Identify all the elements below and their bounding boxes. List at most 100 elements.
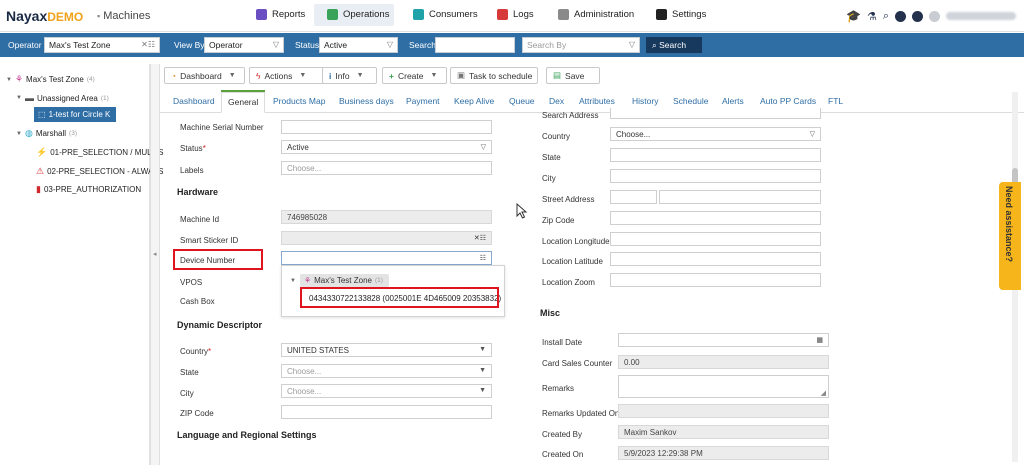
info-button[interactable]: i Info ▼ (322, 67, 377, 84)
nav-reports[interactable]: Reports (256, 9, 305, 20)
collapse-arrow-icon[interactable]: ▼ (16, 95, 22, 101)
save-button[interactable]: ▤ Save (546, 67, 600, 84)
device-number-select[interactable]: ☷ (281, 251, 492, 265)
reports-icon (256, 9, 267, 20)
operator-select[interactable]: Max's Test Zone ✕☷ (44, 37, 160, 53)
tab-dex[interactable]: Dex (549, 96, 564, 106)
cashbox-label: Cash Box (180, 297, 215, 306)
viewby-select[interactable]: Operator ▽ (204, 37, 284, 53)
serial-input[interactable] (281, 120, 492, 134)
collapse-arrow-icon[interactable]: ▼ (6, 77, 12, 83)
collapse-arrow-icon[interactable]: ▼ (16, 131, 22, 137)
tab-alerts[interactable]: Alerts (722, 96, 744, 106)
tab-payment[interactable]: Payment (406, 96, 440, 106)
nav-operations[interactable]: Operations (327, 9, 389, 20)
flask-icon[interactable]: ⚗ (867, 10, 877, 23)
chevron-left-icon[interactable]: ◂ (153, 250, 157, 258)
tree-node-marshall[interactable]: ▼ ◍ Marshall (3) (16, 128, 77, 139)
language-section-title: Language and Regional Settings (177, 430, 317, 440)
city-select[interactable]: Choose... ▼ (281, 384, 492, 398)
state-select[interactable]: Choose... ▼ (281, 364, 492, 378)
clear-select-icon[interactable]: ✕☷ (474, 234, 486, 242)
tree-node-child-2[interactable]: ⚠ 02-PRE_SELECTION - ALWAYS (36, 166, 163, 177)
nav-consumers[interactable]: Consumers (413, 9, 478, 20)
tab-business-days[interactable]: Business days (339, 96, 394, 106)
tab-dashboard[interactable]: Dashboard (173, 96, 215, 106)
settings-icon (656, 9, 667, 20)
search-by-select[interactable]: Search By ▽ (522, 37, 640, 53)
street-address-input[interactable] (659, 190, 821, 204)
tab-products-map[interactable]: Products Map (273, 96, 325, 106)
tree-node-selected-machine[interactable]: ⬚ 1-test for Circle K (34, 107, 117, 122)
search-button[interactable]: ⌕ Search (646, 37, 702, 53)
country-select[interactable]: UNITED STATES ▼ (281, 343, 492, 357)
globe-icon[interactable] (895, 10, 906, 22)
tab-auto-pp-cards[interactable]: Auto PP Cards (760, 96, 816, 106)
status-select[interactable]: Active ▽ (281, 140, 492, 154)
clear-tree-icon[interactable]: ✕☷ (141, 40, 155, 49)
dropdown-tree-node[interactable]: ▼ ⚘ Max's Test Zone (1) (290, 274, 389, 287)
street-address-label: Street Address (542, 195, 595, 204)
latitude-input[interactable] (610, 252, 821, 266)
smart-sticker-field[interactable]: ✕☷ (281, 231, 492, 245)
nav-logs[interactable]: Logs (497, 9, 534, 20)
list-icon[interactable]: ☷ (480, 254, 486, 262)
dashboard-button[interactable]: ◔ Dashboard ▼ (164, 67, 245, 84)
graduation-cap-icon[interactable]: 🎓 (846, 9, 861, 23)
resize-handle-icon[interactable]: ◢ (821, 389, 826, 397)
top-bar: NayaxDEMO ▪ Machines Reports Operations … (0, 0, 1024, 32)
actions-button[interactable]: ϟ Actions ▼ (249, 67, 325, 84)
machine-icon: ▮ (36, 184, 41, 194)
user-name-redacted[interactable] (946, 12, 1016, 20)
tab-queue[interactable]: Queue (509, 96, 535, 106)
tree-node-child-3[interactable]: ▮ 03-PRE_AUTHORIZATION (36, 184, 141, 195)
state-input-right[interactable] (610, 148, 821, 162)
zoom-label: Location Zoom (542, 278, 595, 287)
tree-node-child-1[interactable]: ⚡ 01-PRE_SELECTION / MULTIS (36, 147, 163, 158)
search-icon[interactable]: ⌕ (883, 10, 889, 23)
lightning-icon: ϟ (256, 70, 261, 81)
city-input-right[interactable] (610, 169, 821, 183)
labels-select[interactable]: Choose... (281, 161, 492, 175)
remarks-updated-field (618, 404, 829, 418)
street-number-input[interactable] (610, 190, 657, 204)
nav-administration[interactable]: Administration (558, 9, 634, 20)
install-date-input[interactable]: ▦ (618, 333, 829, 347)
tree-node-root[interactable]: ▼ ⚘ Max's Test Zone (4) (6, 74, 95, 85)
search-input[interactable] (435, 37, 515, 53)
calendar-icon[interactable]: ▦ (816, 336, 823, 344)
machine-tree: ▼ ⚘ Max's Test Zone (4) ▼ ▬ Unassigned Ar… (0, 64, 163, 465)
longitude-label: Location Longitude (542, 237, 610, 246)
tree-node-unassigned[interactable]: ▼ ▬ Unassigned Area (1) (16, 93, 109, 103)
state-label: State (180, 368, 199, 377)
collapse-arrow-icon[interactable]: ▼ (290, 278, 296, 284)
country-select-right[interactable]: Choose... ▽ (610, 127, 821, 141)
zip-code-label-right: Zip Code (542, 216, 575, 225)
consumers-icon (413, 9, 424, 20)
tab-keep-alive[interactable]: Keep Alive (454, 96, 494, 106)
nav-settings[interactable]: Settings (656, 9, 706, 20)
help-icon[interactable] (912, 10, 923, 22)
create-button[interactable]: + Create ▼ (382, 67, 447, 84)
operator-label: Operator (8, 40, 42, 50)
zip-code-input-right[interactable] (610, 211, 821, 225)
search-address-input[interactable] (610, 108, 821, 119)
tab-history[interactable]: History (632, 96, 658, 106)
longitude-input[interactable] (610, 232, 821, 246)
created-by-field: Maxim Sankov (618, 425, 829, 439)
task-to-schedule-button[interactable]: ▣ Task to schedule (450, 67, 538, 84)
tab-general[interactable]: General (221, 92, 266, 113)
panel-splitter[interactable]: ◂ (150, 64, 160, 465)
tab-ftl[interactable]: FTL (828, 96, 843, 106)
status-select[interactable]: Active ▽ (319, 37, 398, 53)
user-avatar[interactable] (929, 10, 940, 22)
tab-schedule[interactable]: Schedule (673, 96, 708, 106)
need-assistance-tab[interactable]: Need assistance? (999, 182, 1021, 290)
city-label-right: City (542, 174, 556, 183)
zip-input[interactable] (281, 405, 492, 419)
remarks-textarea[interactable]: ◢ (618, 375, 829, 398)
administration-icon (558, 9, 569, 20)
smart-sticker-label: Smart Sticker ID (180, 236, 239, 245)
zoom-input[interactable] (610, 273, 821, 287)
tab-attributes[interactable]: Attributes (579, 96, 615, 106)
